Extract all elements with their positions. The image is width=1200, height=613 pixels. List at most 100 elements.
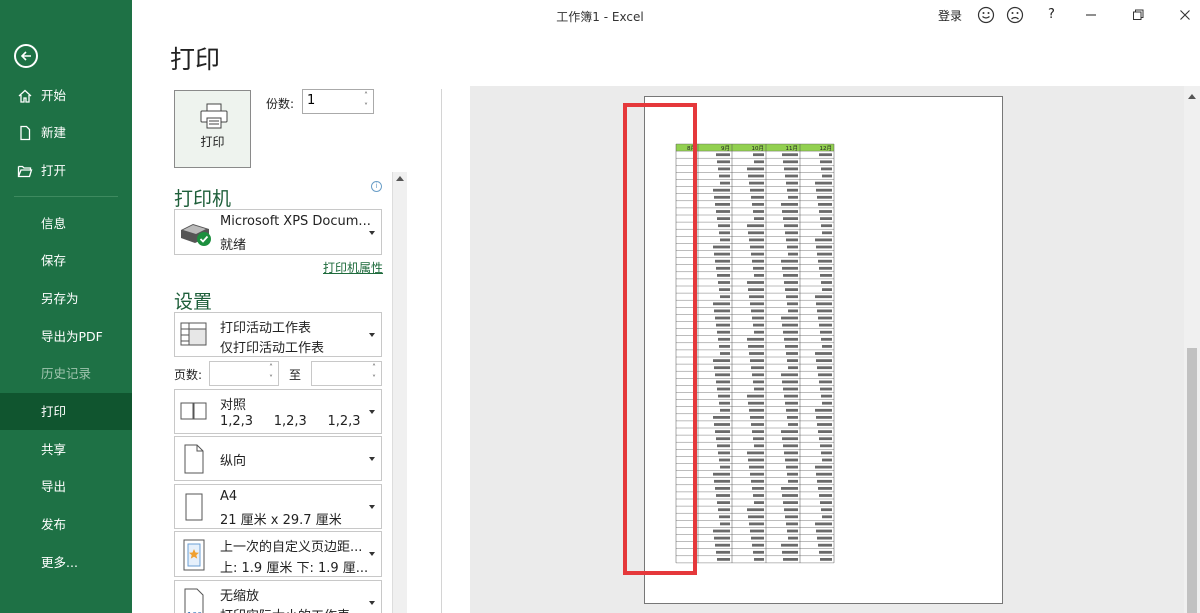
window-title: 工作簿1 - Excel <box>556 10 644 24</box>
preview-cell-value <box>718 394 730 398</box>
sidebar-item-share[interactable]: 共享 <box>0 431 132 468</box>
sidebar-item-export[interactable]: 导出 <box>0 468 132 505</box>
chevron-down-icon[interactable]: ˅ <box>361 102 371 112</box>
info-icon[interactable]: i <box>371 181 382 192</box>
sidebar-item-save-as[interactable]: 另存为 <box>0 280 132 317</box>
print-button[interactable]: 打印 <box>174 90 251 168</box>
preview-cell-value <box>783 217 798 220</box>
preview-cell-value <box>719 515 730 519</box>
preview-cell-value <box>816 529 832 533</box>
setting-line1: 上一次的自定义页边距... <box>220 540 363 555</box>
preview-cell-value <box>713 472 730 476</box>
preview-cell-value <box>781 203 798 206</box>
setting-line1: 无缩放 <box>220 589 260 604</box>
preview-cell-value <box>783 444 798 448</box>
close-icon[interactable] <box>1176 6 1194 24</box>
smile-feedback-icon[interactable] <box>977 6 995 24</box>
preview-cell-value <box>788 195 798 199</box>
preview-cell-value <box>784 281 798 284</box>
sidebar-item-print[interactable]: 打印 <box>0 393 132 430</box>
margins-dropdown[interactable]: 上一次的自定义页边距... 上: 1.9 厘米 下: 1.9 厘... <box>174 531 382 577</box>
paper-size-dropdown[interactable]: A4 21 厘米 x 29.7 厘米 <box>174 484 382 529</box>
pages-from-input[interactable]: ˄ ˅ <box>209 361 279 386</box>
preview-cell-value <box>717 160 730 164</box>
back-arrow-button[interactable] <box>14 44 38 68</box>
preview-cell-value <box>786 465 798 469</box>
orientation-dropdown[interactable]: 纵向 <box>174 436 382 481</box>
sidebar-item-label: 共享 <box>41 442 67 457</box>
pages-to-label: 至 <box>289 368 302 382</box>
minimize-icon[interactable] <box>1082 6 1100 24</box>
preview-cell-value <box>750 529 764 533</box>
preview-cell-value <box>783 558 798 561</box>
preview-cell-value <box>784 394 798 398</box>
sidebar-item-home[interactable]: 开始 <box>0 77 132 114</box>
preview-cell-value <box>747 337 764 341</box>
scroll-up-icon[interactable] <box>396 176 404 181</box>
printer-name: Microsoft XPS Docum... <box>220 214 370 229</box>
sidebar-item-export-pdf[interactable]: 导出为PDF <box>0 318 132 355</box>
preview-cell-value <box>748 401 764 405</box>
restore-icon[interactable] <box>1129 6 1147 24</box>
printer-properties-link[interactable]: 打印机属性 <box>323 259 383 276</box>
preview-cell-value <box>748 458 764 462</box>
preview-cell-value <box>786 238 798 242</box>
sheet-icon <box>180 322 207 346</box>
setting-line1: 对照 <box>220 398 247 413</box>
sidebar-item-open[interactable]: 打开 <box>0 152 132 189</box>
sidebar-item-info[interactable]: 信息 <box>0 205 132 242</box>
preview-cell-value <box>816 416 832 419</box>
chevron-down-icon[interactable]: ˅ <box>369 374 379 384</box>
settings-section-title: 设置 <box>174 291 213 313</box>
preview-cell-value <box>748 288 764 291</box>
copies-spinner[interactable]: ˄ ˅ <box>302 89 374 114</box>
settings-scrollbar[interactable] <box>392 172 407 613</box>
scaling-dropdown[interactable]: 100 无缩放 打印实际大小的工作表 <box>174 580 382 613</box>
preview-cell-value <box>782 323 798 327</box>
preview-cell-value <box>748 174 764 178</box>
login-link[interactable]: 登录 <box>938 7 962 24</box>
frown-feedback-icon[interactable] <box>1006 6 1024 24</box>
sidebar-item-new[interactable]: 新建 <box>0 114 132 151</box>
preview-cell-value <box>748 515 764 519</box>
preview-cell-value <box>783 387 798 391</box>
chevron-up-icon[interactable]: ˄ <box>266 363 276 373</box>
printer-dropdown[interactable]: Microsoft XPS Docum... 就绪 <box>174 209 382 255</box>
sidebar-item-label: 更多... <box>41 555 78 570</box>
sidebar-item-publish[interactable]: 发布 <box>0 506 132 543</box>
preview-cell-value <box>820 160 832 164</box>
preview-cell-value <box>819 494 832 497</box>
help-icon[interactable]: ? <box>1048 7 1055 22</box>
copies-input[interactable] <box>307 93 357 108</box>
preview-cell-value <box>713 245 730 249</box>
preview-cell-value <box>787 245 798 249</box>
scrollbar-thumb[interactable] <box>1187 348 1197 613</box>
sidebar-item-more[interactable]: 更多... <box>0 544 132 581</box>
excel-backstage: 开始 新建 打开 信息 保存 另存为 导出为PDF 历史记录 打印 共享 导出 … <box>0 0 1200 613</box>
sidebar-item-save[interactable]: 保存 <box>0 242 132 279</box>
chevron-down-icon[interactable]: ˅ <box>266 374 276 384</box>
preview-cell-value <box>820 330 832 334</box>
preview-cell-value <box>750 359 764 362</box>
preview-cell-value <box>715 543 730 547</box>
pages-to-input[interactable]: ˄ ˅ <box>311 361 382 386</box>
preview-cell-value <box>818 373 832 377</box>
preview-cell-value <box>821 394 832 398</box>
preview-cell-value <box>781 316 798 320</box>
chevron-up-icon[interactable]: ˄ <box>361 91 371 101</box>
pane-divider <box>441 89 442 613</box>
preview-cell-value <box>718 508 730 512</box>
preview-scrollbar[interactable] <box>1184 86 1200 613</box>
chevron-up-icon[interactable]: ˄ <box>369 363 379 373</box>
preview-cell-value <box>717 274 730 277</box>
preview-cell-value <box>752 430 764 433</box>
scroll-up-icon[interactable] <box>1188 94 1196 99</box>
collate-dropdown[interactable]: 对照 1,2,3 1,2,3 1,2,3 <box>174 389 382 434</box>
preview-cell-value <box>715 316 730 320</box>
print-what-dropdown[interactable]: 打印活动工作表 仅打印活动工作表 <box>174 312 382 357</box>
preview-cell-value <box>816 245 832 249</box>
preview-cell-value <box>815 352 832 355</box>
print-button-label: 打印 <box>200 135 225 149</box>
preview-cell-value <box>782 494 798 497</box>
preview-cell-value <box>749 181 764 185</box>
